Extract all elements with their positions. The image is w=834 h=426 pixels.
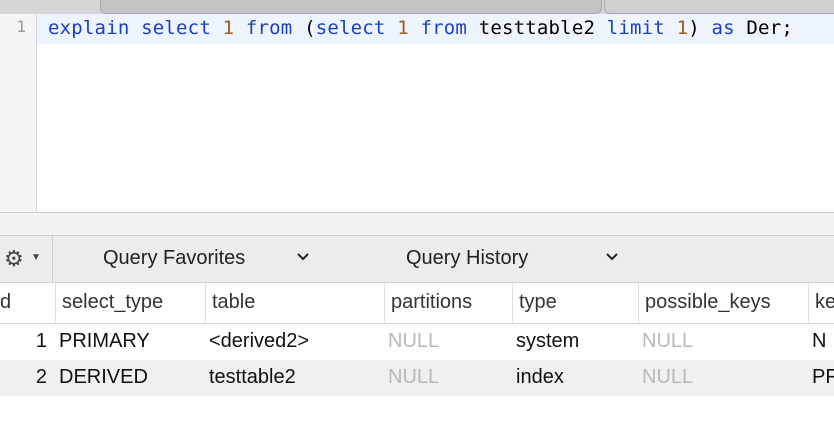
column-header-label: select_type: [62, 291, 164, 313]
cell-value: index: [516, 366, 564, 388]
column-header-possible-keys[interactable]: possible_keys: [638, 283, 809, 323]
sql-keyword: limit: [606, 17, 665, 39]
column-header-label: possible_keys: [645, 291, 771, 313]
table-cell[interactable]: NULL: [638, 360, 808, 396]
sql-keyword: explain: [48, 17, 130, 39]
sql-keyword: as: [711, 17, 735, 39]
cell-value: NULL: [642, 330, 694, 352]
table-row[interactable]: 1 PRIMARY <derived2> NULL system NULL N: [0, 324, 834, 360]
sql-number: 1: [676, 17, 689, 39]
column-header-label: d: [0, 291, 12, 313]
cell-value: testtable2: [209, 366, 296, 388]
table-cell[interactable]: 2: [0, 360, 55, 396]
table-cell[interactable]: testtable2: [205, 360, 384, 396]
table-cell[interactable]: system: [512, 324, 638, 360]
column-header-table[interactable]: table: [205, 283, 385, 323]
query-favorites-label: Query Favorites: [103, 247, 246, 269]
sql-text: (: [292, 17, 316, 39]
cell-value: 2: [35, 366, 47, 388]
sql-number: 1: [222, 17, 235, 39]
sql-keyword: from: [245, 17, 293, 39]
cell-value: PF: [812, 366, 834, 388]
tab-secondary[interactable]: [604, 0, 834, 14]
column-header-partitions[interactable]: partitions: [384, 283, 513, 323]
cell-value: <derived2>: [209, 330, 310, 352]
query-history-button[interactable]: Query History: [354, 236, 654, 282]
chevron-down-icon: [606, 253, 618, 261]
table-cell[interactable]: <derived2>: [205, 324, 384, 360]
sql-query-text[interactable]: explain select 1 from (select 1 from tes…: [48, 17, 793, 39]
results-table: d select_type table partitions type possible_…: [0, 283, 834, 426]
gear-icon: ⚙: [4, 246, 24, 271]
table-row[interactable]: 2 DERIVED testtable2 NULL index NULL PF: [0, 360, 834, 396]
table-cell[interactable]: NULL: [638, 324, 808, 360]
query-history-label: Query History: [406, 247, 529, 269]
cell-value: 1: [35, 330, 47, 352]
table-cell[interactable]: 1: [0, 324, 55, 360]
table-cell[interactable]: NULL: [384, 360, 512, 396]
column-header-label: type: [519, 291, 557, 313]
cell-value: system: [516, 330, 580, 352]
cell-value: N: [812, 330, 827, 352]
table-cell[interactable]: PRIMARY: [55, 324, 205, 360]
column-header-select-type[interactable]: select_type: [55, 283, 206, 323]
query-editor[interactable]: 1 explain select 1 from (select 1 from t…: [0, 14, 834, 212]
table-cell[interactable]: PF: [808, 360, 834, 396]
column-header-label: ke: [815, 291, 834, 313]
column-header-type[interactable]: type: [512, 283, 639, 323]
gear-menu-button[interactable]: ⚙ ▼: [0, 236, 53, 282]
results-header: d select_type table partitions type possible_…: [0, 283, 834, 324]
sql-text: testtable2: [467, 17, 607, 39]
cell-value: NULL: [388, 330, 440, 352]
chevron-down-icon: [297, 253, 309, 261]
column-header-ke[interactable]: ke: [808, 283, 834, 323]
cell-value: NULL: [388, 366, 440, 388]
query-favorites-button[interactable]: Query Favorites: [53, 236, 353, 282]
sql-text: ): [688, 17, 712, 39]
sql-keyword: select: [315, 17, 386, 39]
line-gutter: 1: [0, 14, 37, 212]
tab-bar: [0, 0, 834, 14]
sql-keyword: select: [141, 17, 211, 39]
table-cell[interactable]: NULL: [384, 324, 512, 360]
caret-down-icon: ▼: [31, 252, 41, 263]
column-header-label: table: [212, 291, 256, 313]
split-view-divider[interactable]: [0, 212, 834, 236]
column-header-d[interactable]: d: [0, 283, 55, 323]
query-toolbar: ⚙ ▼ Query Favorites Query History: [0, 236, 834, 283]
sql-keyword: from: [420, 17, 468, 39]
cell-value: DERIVED: [59, 366, 148, 388]
table-cell[interactable]: index: [512, 360, 638, 396]
table-cell[interactable]: N: [808, 324, 834, 360]
cell-value: NULL: [642, 366, 694, 388]
cell-value: PRIMARY: [59, 330, 150, 352]
line-number: 1: [16, 17, 26, 36]
sql-number: 1: [397, 17, 409, 39]
table-cell[interactable]: DERIVED: [55, 360, 205, 396]
sql-text: Der;: [734, 17, 793, 39]
column-header-label: partitions: [391, 291, 473, 313]
tab-active[interactable]: [100, 0, 602, 14]
